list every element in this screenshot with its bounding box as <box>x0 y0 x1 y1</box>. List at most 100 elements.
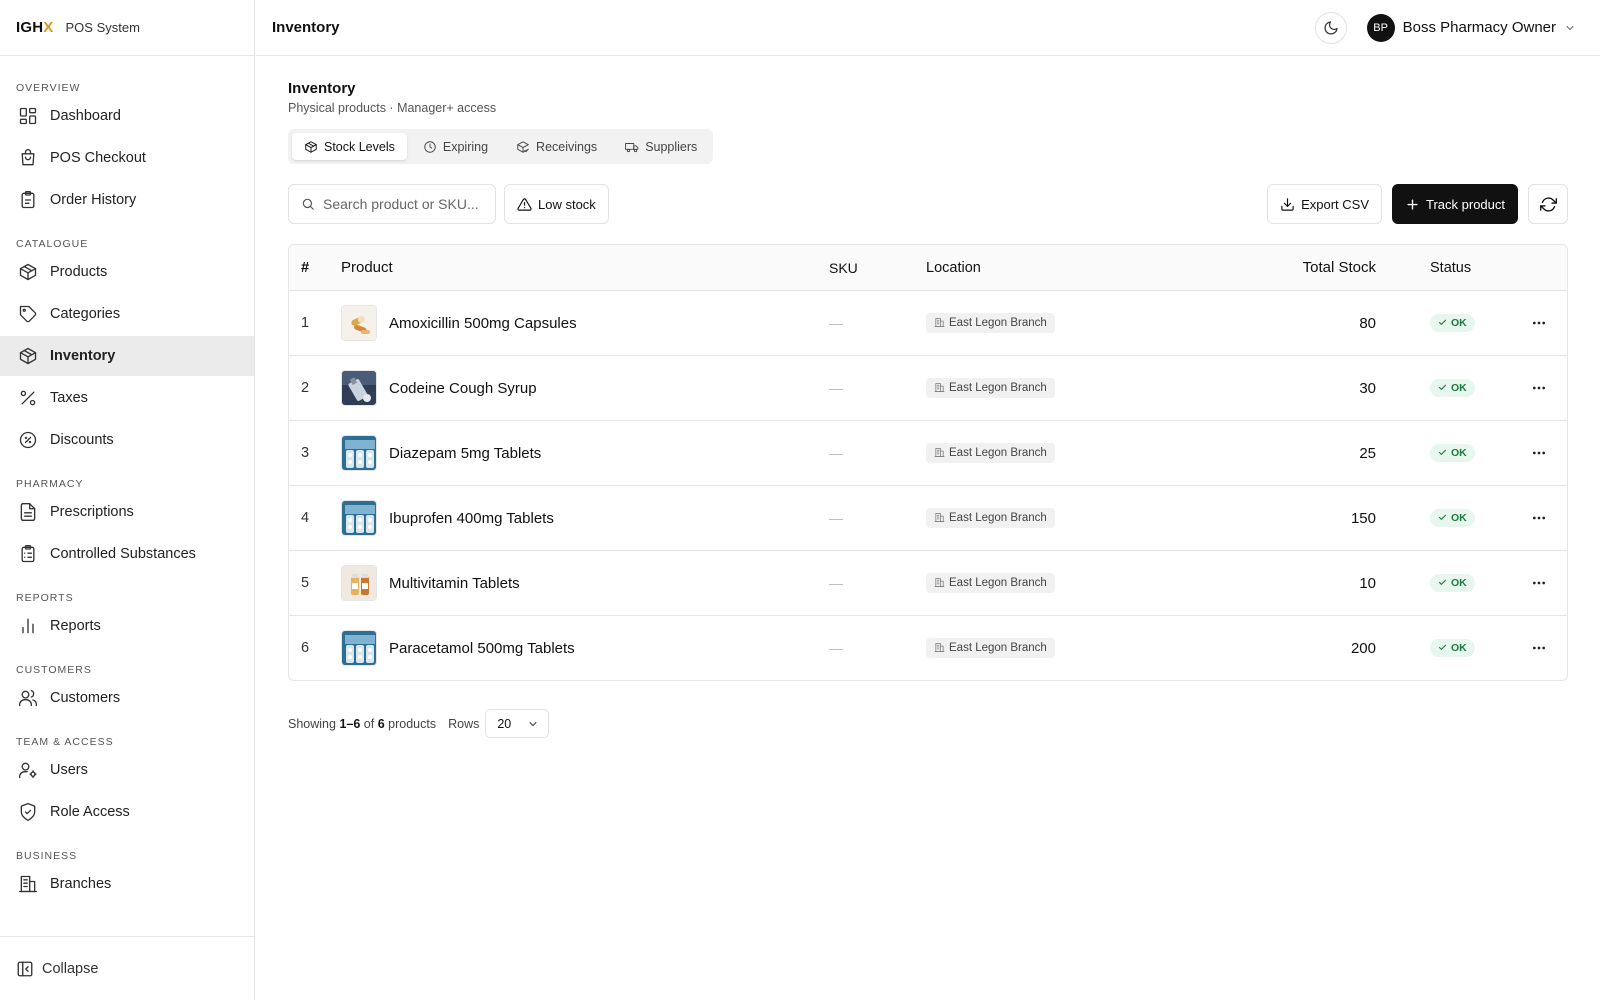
user-menu[interactable]: BP Boss Pharmacy Owner <box>1366 13 1576 42</box>
tag-icon <box>19 305 37 323</box>
main-content: Inventory Physical products · Manager+ a… <box>288 56 1568 738</box>
product-name[interactable]: Multivitamin Tablets <box>389 575 520 592</box>
sidebar-item-discounts[interactable]: Discounts <box>0 420 254 460</box>
showing-total: 6 <box>377 716 385 731</box>
check-icon <box>1438 579 1447 586</box>
table-row[interactable]: 5 Multivitamin Tablets — East Legon Bran… <box>289 550 1567 615</box>
total-stock-value: 80 <box>1359 314 1376 332</box>
sidebar-item-label: Order History <box>50 192 137 208</box>
user-cog-icon <box>19 762 37 779</box>
location-badge: East Legon Branch <box>926 572 1055 593</box>
topbar: Inventory BP Boss Pharmacy Owner <box>256 0 1600 56</box>
showing-of: of <box>363 716 375 731</box>
check-icon <box>1438 384 1447 391</box>
box-icon <box>19 263 37 281</box>
sidebar-item-customers[interactable]: Customers <box>0 678 254 718</box>
status-badge: OK <box>1430 508 1475 527</box>
table-row[interactable]: 1 Amoxicillin 500mg Capsules — East Lego… <box>289 290 1567 355</box>
row-actions-button[interactable] <box>1511 380 1567 396</box>
search-box[interactable] <box>288 184 496 224</box>
product-thumbnail <box>341 630 377 666</box>
product-cell: Amoxicillin 500mg Capsules <box>341 305 829 341</box>
status-label: OK <box>1451 511 1467 524</box>
sidebar-item-prescriptions[interactable]: Prescriptions <box>0 492 254 532</box>
collapse-button[interactable]: Collapse <box>0 936 254 1000</box>
sku-value: — <box>829 445 843 461</box>
product-image <box>342 371 376 405</box>
product-name[interactable]: Amoxicillin 500mg Capsules <box>389 315 577 332</box>
col-header-status[interactable]: Status <box>1376 260 1486 276</box>
sidebar-item-order-history[interactable]: Order History <box>0 180 254 220</box>
table-row[interactable]: 6 Paracetamol 500mg Tablets — East Legon… <box>289 615 1567 680</box>
status-label: OK <box>1451 316 1467 329</box>
row-actions-button[interactable] <box>1511 445 1567 461</box>
sidebar-item-products[interactable]: Products <box>0 252 254 292</box>
sidebar-item-dashboard[interactable]: Dashboard <box>0 96 254 136</box>
row-actions-button[interactable] <box>1511 575 1567 591</box>
sidebar-item-branches[interactable]: Branches <box>0 864 254 904</box>
product-thumbnail <box>341 500 377 536</box>
col-header-total-stock[interactable]: Total Stock <box>1226 259 1376 276</box>
col-header-sku[interactable]: SKU <box>829 260 926 276</box>
moon-icon <box>1324 20 1338 35</box>
col-header-num[interactable]: # <box>289 260 341 276</box>
file-text-icon <box>20 503 36 521</box>
export-csv-button[interactable]: Export CSV <box>1267 184 1382 224</box>
col-header-product[interactable]: Product <box>341 259 829 276</box>
product-cell: Ibuprofen 400mg Tablets <box>341 500 829 536</box>
tab-expiring[interactable]: Expiring <box>411 133 500 160</box>
sidebar-item-taxes[interactable]: Taxes <box>0 378 254 418</box>
plus-icon <box>1407 198 1418 210</box>
sidebar-item-label: Customers <box>50 690 121 706</box>
sidebar-item-controlled-substances[interactable]: Controlled Substances <box>0 534 254 574</box>
table-header: # Product SKU Location Total Stock Statu… <box>289 245 1567 290</box>
more-horizontal-icon <box>1533 321 1545 325</box>
tab-receivings[interactable]: Receivings <box>504 133 609 160</box>
logo[interactable]: IGH X <box>16 19 54 36</box>
row-actions-button[interactable] <box>1511 510 1567 526</box>
sidebar-item-reports[interactable]: Reports <box>0 606 254 646</box>
clock-icon <box>424 140 436 153</box>
shield-check-icon <box>20 803 36 821</box>
tab-stock-levels[interactable]: Stock Levels <box>292 133 407 160</box>
table-row[interactable]: 4 Ibuprofen 400mg Tablets — East Legon B… <box>289 485 1567 550</box>
tab-suppliers[interactable]: Suppliers <box>613 133 709 160</box>
more-horizontal-icon <box>1533 386 1545 390</box>
sidebar-item-pos-checkout[interactable]: POS Checkout <box>0 138 254 178</box>
refresh-button[interactable] <box>1528 184 1568 224</box>
table-body: 1 Amoxicillin 500mg Capsules — East Lego… <box>289 290 1567 680</box>
row-actions-button[interactable] <box>1511 315 1567 331</box>
low-stock-filter-button[interactable]: Low stock <box>504 184 609 224</box>
sidebar-item-label: Role Access <box>50 804 130 820</box>
search-input[interactable] <box>323 196 483 212</box>
rows-per-page-select[interactable]: 20 <box>485 709 550 738</box>
total-stock-value: 10 <box>1359 574 1376 592</box>
nav-group-label: REPORTS <box>16 592 74 604</box>
row-number: 3 <box>301 445 310 461</box>
theme-toggle-button[interactable] <box>1314 11 1347 44</box>
nav-group-label: CUSTOMERS <box>16 664 92 676</box>
product-thumbnail <box>341 565 377 601</box>
total-stock-value: 150 <box>1350 509 1376 527</box>
sidebar-item-role-access[interactable]: Role Access <box>0 792 254 832</box>
table-row[interactable]: 3 Diazepam 5mg Tablets — East Legon Bran… <box>289 420 1567 485</box>
total-stock-value: 200 <box>1350 639 1376 657</box>
product-cell: Multivitamin Tablets <box>341 565 829 601</box>
sidebar-item-categories[interactable]: Categories <box>0 294 254 334</box>
product-name[interactable]: Ibuprofen 400mg Tablets <box>389 510 554 527</box>
building-icon <box>934 513 945 523</box>
table-row[interactable]: 2 Codeine Cough Syrup — East Legon Branc… <box>289 355 1567 420</box>
product-name[interactable]: Codeine Cough Syrup <box>389 380 537 397</box>
sidebar-item-inventory[interactable]: Inventory <box>0 336 254 376</box>
track-product-button[interactable]: Track product <box>1392 184 1518 224</box>
toolbar: Low stock Export CSV Track product <box>288 184 1568 224</box>
logo-main: IGH <box>16 19 44 36</box>
showing-range: 1–6 <box>339 716 361 731</box>
row-actions-button[interactable] <box>1511 640 1567 656</box>
sidebar-item-users[interactable]: Users <box>0 750 254 790</box>
building-icon <box>934 643 945 653</box>
col-header-location[interactable]: Location <box>926 260 1226 276</box>
product-thumbnail <box>341 370 377 406</box>
product-name[interactable]: Diazepam 5mg Tablets <box>389 445 541 462</box>
product-name[interactable]: Paracetamol 500mg Tablets <box>389 640 575 657</box>
